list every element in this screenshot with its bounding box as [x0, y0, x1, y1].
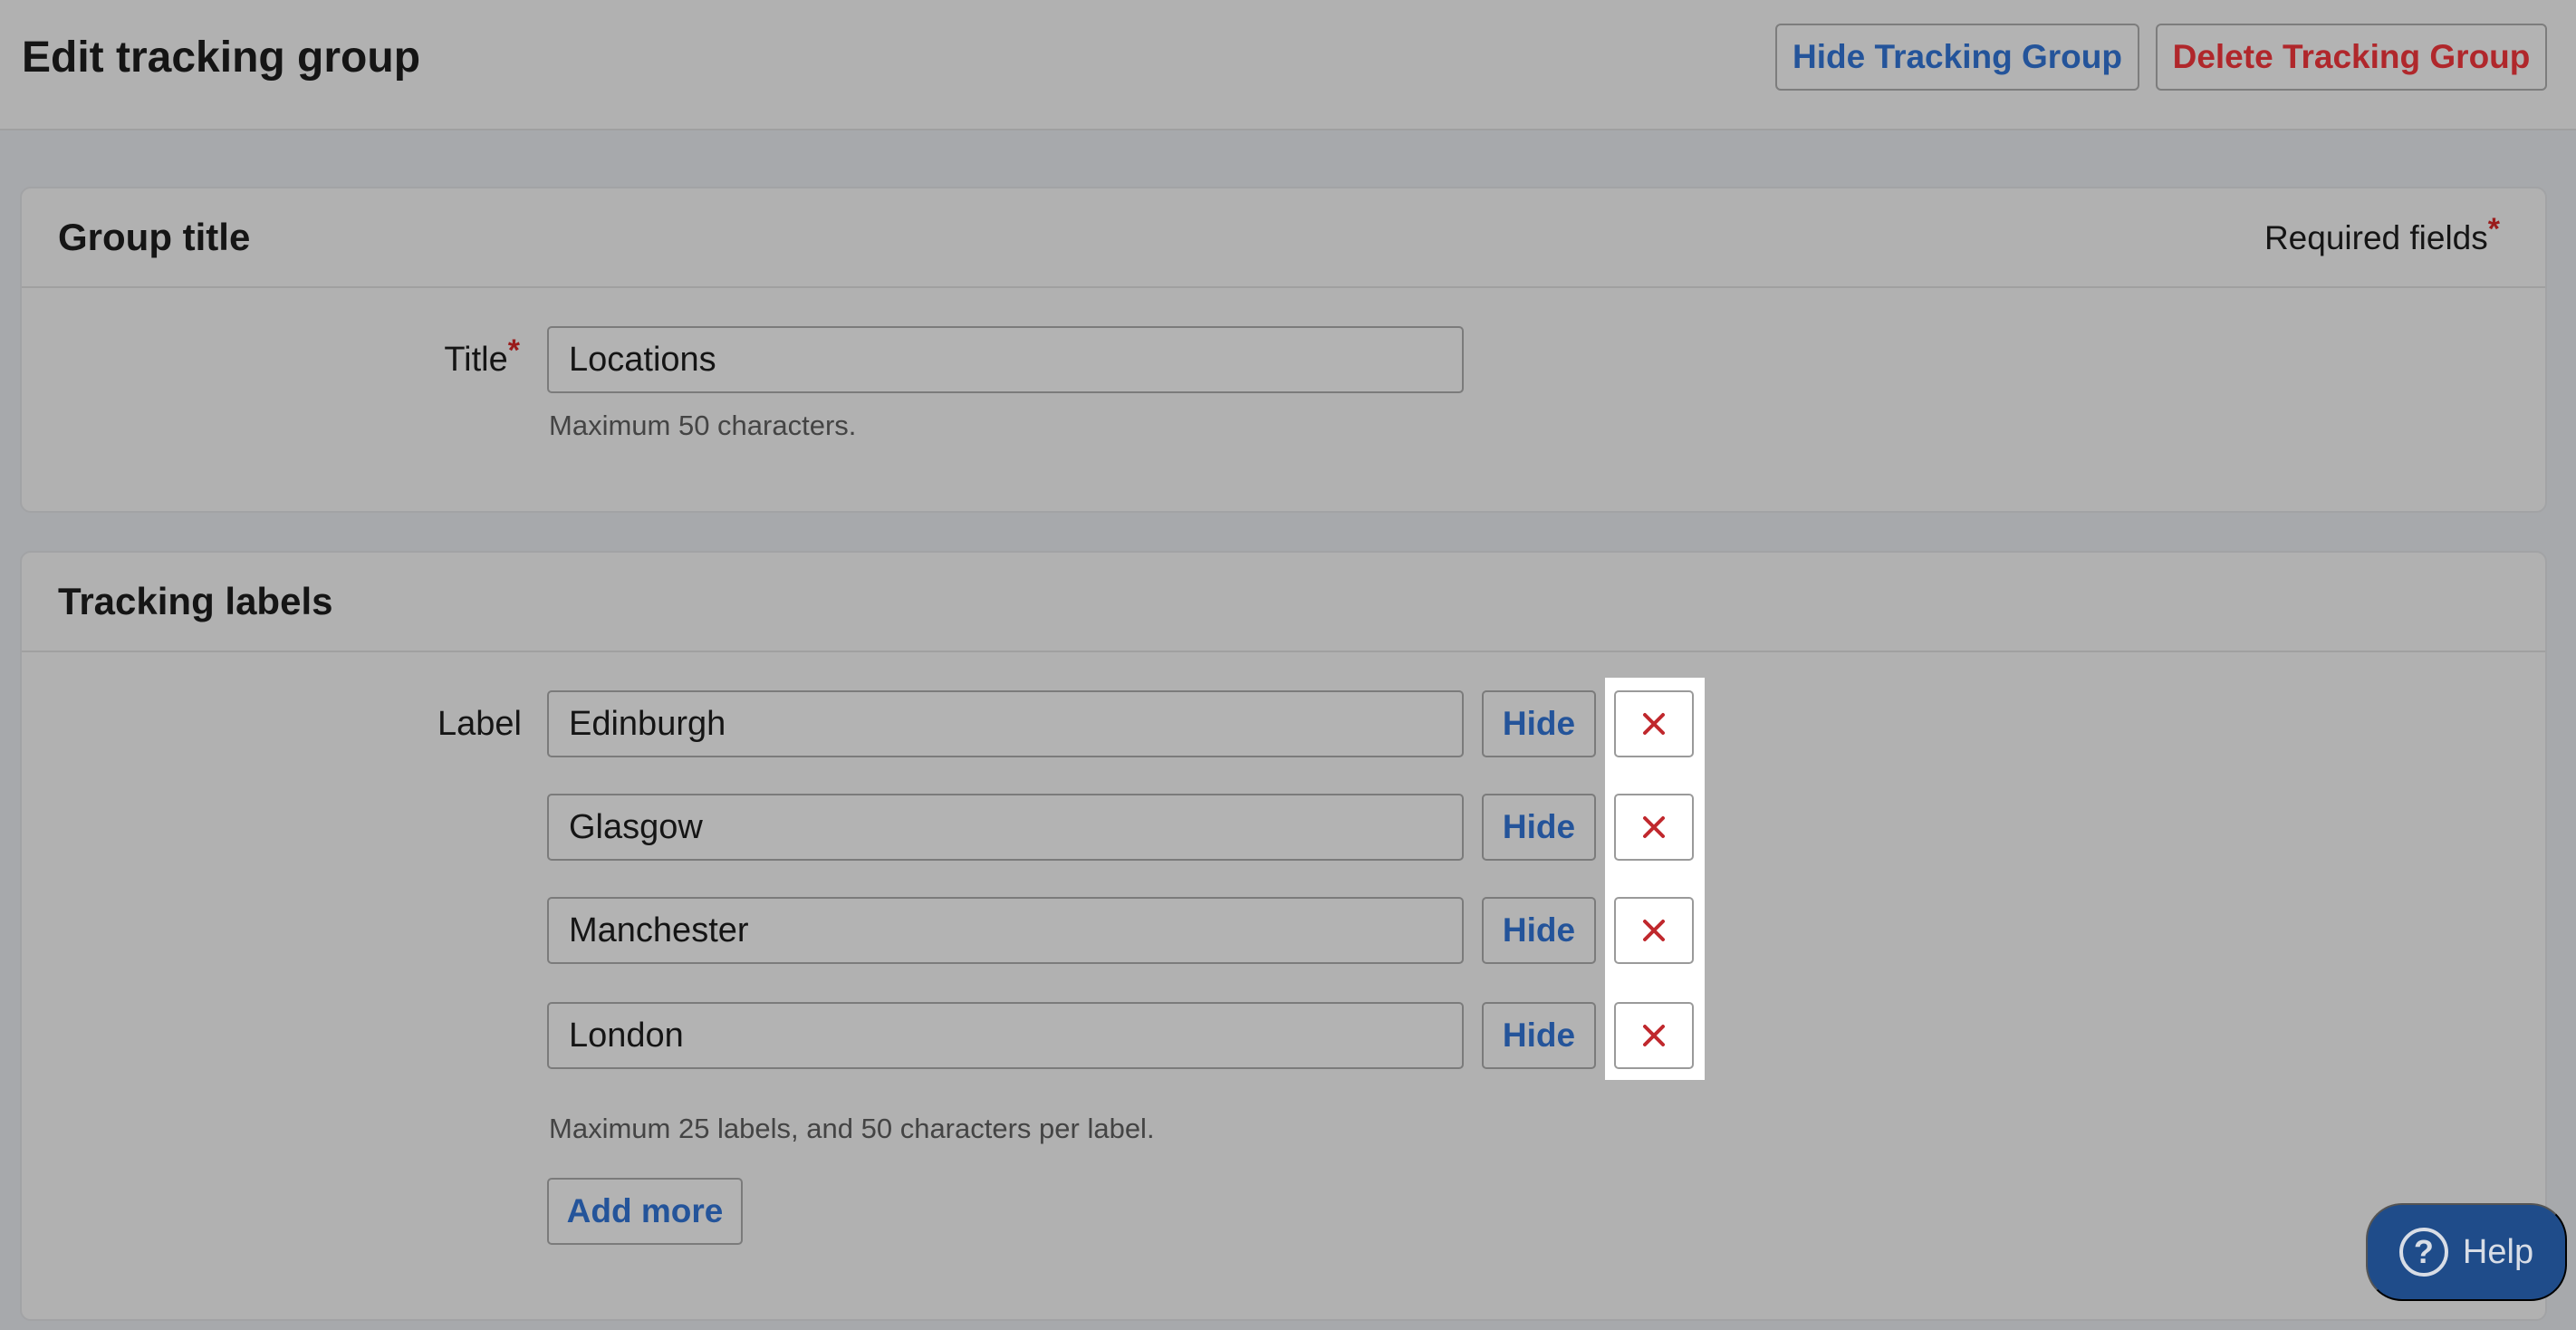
- close-x-icon: [1643, 713, 1665, 735]
- remove-label-button-edinburgh[interactable]: [1614, 690, 1694, 757]
- help-widget-label: Help: [2462, 1232, 2534, 1271]
- page-header: Edit tracking group Hide Tracking Group …: [0, 0, 2576, 130]
- close-x-icon: [1643, 816, 1665, 838]
- title-input[interactable]: Locations: [547, 326, 1464, 393]
- close-x-icon: [1643, 1025, 1665, 1046]
- question-circle-icon: ?: [2398, 1228, 2448, 1277]
- close-x-icon: [1643, 920, 1665, 941]
- hide-label-button-glasgow[interactable]: Hide: [1482, 794, 1596, 861]
- required-fields-note: Required fields*: [2264, 212, 2500, 257]
- label-input-value: Edinburgh: [569, 704, 726, 743]
- hide-label-button-manchester[interactable]: Hide: [1482, 897, 1596, 964]
- tracking-labels-heading: Tracking labels: [58, 580, 333, 622]
- title-input-value: Locations: [569, 340, 716, 379]
- page-title: Edit tracking group: [22, 34, 421, 82]
- hide-tracking-group-button[interactable]: Hide Tracking Group: [1775, 24, 2139, 91]
- hide-label-button-london[interactable]: Hide: [1482, 1002, 1596, 1069]
- remove-label-button-manchester[interactable]: [1614, 897, 1694, 964]
- label-input-glasgow[interactable]: Glasgow: [547, 794, 1464, 861]
- help-widget-button[interactable]: ? Help: [2366, 1203, 2567, 1301]
- remove-label-button-glasgow[interactable]: [1614, 794, 1694, 861]
- label-input-edinburgh[interactable]: Edinburgh: [547, 690, 1464, 757]
- hide-label-button-edinburgh[interactable]: Hide: [1482, 690, 1596, 757]
- group-title-panel-header: Group title Required fields*: [22, 188, 2545, 288]
- remove-label-button-london[interactable]: [1614, 1002, 1694, 1069]
- label-input-value: London: [569, 1016, 684, 1055]
- label-input-value: Manchester: [569, 911, 749, 949]
- required-asterisk: *: [2487, 212, 2500, 246]
- label-input-manchester[interactable]: Manchester: [547, 897, 1464, 964]
- title-required-asterisk: *: [507, 333, 520, 368]
- title-field-label: Title*: [435, 333, 520, 380]
- tracking-labels-panel-header: Tracking labels: [22, 553, 2545, 652]
- title-label-text: Title: [444, 341, 508, 379]
- title-help-text: Maximum 50 characters.: [549, 410, 857, 441]
- label-field-label: Label: [437, 705, 522, 743]
- labels-help-text: Maximum 25 labels, and 50 characters per…: [549, 1113, 1155, 1144]
- label-input-london[interactable]: London: [547, 1002, 1464, 1069]
- add-more-button[interactable]: Add more: [547, 1178, 743, 1245]
- delete-tracking-group-button[interactable]: Delete Tracking Group: [2156, 24, 2547, 91]
- label-input-value: Glasgow: [569, 807, 703, 846]
- group-title-heading: Group title: [58, 216, 251, 258]
- required-fields-text: Required fields: [2264, 219, 2488, 256]
